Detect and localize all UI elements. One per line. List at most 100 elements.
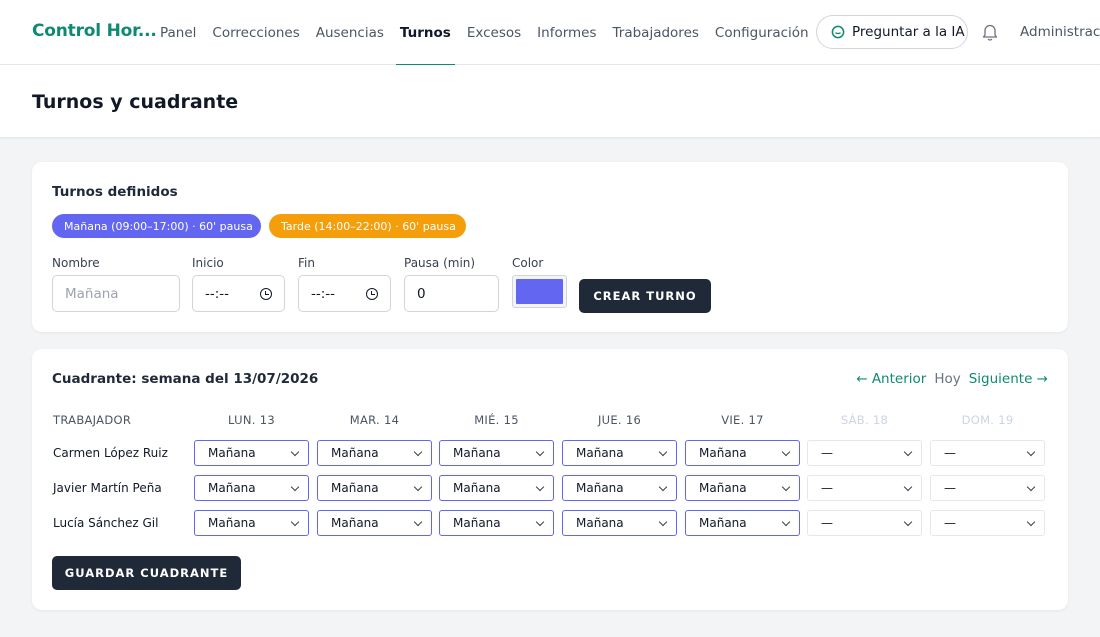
nav-item-trabajadores[interactable]: Trabajadores bbox=[613, 0, 699, 65]
shift-select-value: Mañana bbox=[576, 481, 624, 495]
name-label: Nombre bbox=[52, 256, 100, 270]
user-menu[interactable]: Administraci bbox=[1020, 24, 1100, 40]
nav-item-panel[interactable]: Panel bbox=[160, 0, 196, 65]
column-header-day: JUE. 16 bbox=[597, 413, 642, 427]
shift-select-value: — bbox=[944, 481, 956, 495]
worker-name: Carmen López Ruiz bbox=[53, 446, 168, 460]
next-week-link[interactable]: Siguiente → bbox=[969, 371, 1048, 387]
shift-select-value: — bbox=[944, 516, 956, 530]
shift-select[interactable]: — bbox=[930, 510, 1045, 536]
shift-select[interactable]: Mañana bbox=[317, 510, 432, 536]
break-input[interactable]: 0 bbox=[404, 275, 499, 312]
page-header: Turnos y cuadrante bbox=[0, 65, 1100, 138]
shift-select[interactable]: — bbox=[807, 475, 922, 501]
nav-item-correcciones[interactable]: Correcciones bbox=[212, 0, 299, 65]
nav-item-ausencias[interactable]: Ausencias bbox=[316, 0, 384, 65]
chevron-down-icon bbox=[658, 447, 668, 456]
chevron-down-icon bbox=[903, 517, 913, 526]
chevron-down-icon bbox=[658, 482, 668, 491]
page-title: Turnos y cuadrante bbox=[32, 91, 239, 113]
shift-select-value: — bbox=[821, 446, 833, 460]
clock-icon[interactable] bbox=[366, 287, 378, 300]
color-swatch bbox=[516, 279, 563, 304]
save-schedule-button[interactable]: GUARDAR CUADRANTE bbox=[52, 556, 241, 590]
column-header-worker: TRABAJADOR bbox=[53, 413, 132, 427]
shift-select-value: — bbox=[821, 516, 833, 530]
shift-select-value: — bbox=[821, 481, 833, 495]
chevron-down-icon bbox=[903, 447, 913, 456]
shift-select-value: Mañana bbox=[699, 516, 747, 530]
shift-select[interactable]: Mañana bbox=[439, 440, 554, 466]
shift-select[interactable]: Mañana bbox=[317, 440, 432, 466]
shift-select-value: Mañana bbox=[331, 481, 379, 495]
chevron-down-icon bbox=[290, 482, 300, 491]
chevron-down-icon bbox=[903, 482, 913, 491]
chevron-down-icon bbox=[1026, 482, 1036, 491]
worker-name: Lucía Sánchez Gil bbox=[53, 516, 159, 530]
chevron-down-icon bbox=[290, 517, 300, 526]
shift-select[interactable]: — bbox=[930, 475, 1045, 501]
shift-select-value: Mañana bbox=[576, 516, 624, 530]
shift-select[interactable]: Mañana bbox=[685, 440, 800, 466]
shift-select[interactable]: Mañana bbox=[194, 510, 309, 536]
shift-select[interactable]: Mañana bbox=[685, 475, 800, 501]
shift-chip-manana: Mañana (09:00–17:00) · 60' pausa bbox=[52, 214, 261, 238]
app-brand[interactable]: Control Hor... bbox=[32, 21, 157, 41]
schedule-title: Cuadrante: semana del 13/07/2026 bbox=[52, 371, 319, 387]
shift-select[interactable]: Mañana bbox=[439, 510, 554, 536]
shift-select[interactable]: Mañana bbox=[439, 475, 554, 501]
ask-ai-label: Preguntar a la IA bbox=[852, 24, 965, 40]
nav-item-configuracion[interactable]: Configuración bbox=[715, 0, 825, 65]
nav-item-excesos[interactable]: Excesos bbox=[467, 0, 521, 65]
today-link[interactable]: Hoy bbox=[934, 371, 960, 387]
clock-icon[interactable] bbox=[260, 287, 272, 300]
shift-select-value: Mañana bbox=[453, 481, 501, 495]
worker-name: Javier Martín Peña bbox=[53, 481, 162, 495]
shift-chip-tarde: Tarde (14:00–22:00) · 60' pausa bbox=[269, 214, 466, 238]
shift-select[interactable]: — bbox=[930, 440, 1045, 466]
chevron-down-icon bbox=[1026, 447, 1036, 456]
defined-shifts-card: Turnos definidos Mañana (09:00–17:00) · … bbox=[32, 162, 1068, 332]
chevron-down-icon bbox=[413, 517, 423, 526]
shift-select[interactable]: — bbox=[807, 440, 922, 466]
end-time-input[interactable]: --:-- bbox=[298, 275, 391, 312]
column-header-day: DOM. 19 bbox=[961, 413, 1014, 427]
shift-select[interactable]: Mañana bbox=[317, 475, 432, 501]
shift-select-value: Mañana bbox=[453, 446, 501, 460]
bell-icon[interactable] bbox=[981, 22, 999, 42]
chevron-down-icon bbox=[535, 517, 545, 526]
shift-select[interactable]: Mañana bbox=[685, 510, 800, 536]
shift-select[interactable]: Mañana bbox=[562, 510, 677, 536]
week-navigation: ← Anterior Hoy Siguiente → bbox=[856, 371, 1048, 387]
previous-week-link[interactable]: ← Anterior bbox=[856, 371, 926, 387]
nav-item-turnos[interactable]: Turnos bbox=[395, 0, 455, 66]
shift-select[interactable]: Mañana bbox=[194, 440, 309, 466]
chevron-down-icon bbox=[413, 482, 423, 491]
chevron-down-icon bbox=[535, 482, 545, 491]
main-nav: Panel Correcciones Ausencias Turnos Exce… bbox=[160, 0, 825, 66]
column-header-day: SÁB. 18 bbox=[840, 413, 889, 427]
column-header-day: MIÉ. 15 bbox=[474, 413, 519, 427]
shift-select-value: Mañana bbox=[576, 446, 624, 460]
shift-select-value: Mañana bbox=[699, 446, 747, 460]
create-shift-button[interactable]: CREAR TURNO bbox=[579, 279, 711, 313]
color-picker[interactable] bbox=[512, 275, 567, 308]
nav-item-informes[interactable]: Informes bbox=[537, 0, 596, 65]
chevron-down-icon bbox=[781, 517, 791, 526]
shift-select[interactable]: Mañana bbox=[562, 440, 677, 466]
chat-bubble-icon bbox=[831, 25, 845, 39]
name-input[interactable]: Mañana bbox=[52, 275, 180, 312]
shift-select[interactable]: — bbox=[807, 510, 922, 536]
start-time-input[interactable]: --:-- bbox=[192, 275, 285, 312]
chevron-down-icon bbox=[535, 447, 545, 456]
shift-select-value: Mañana bbox=[453, 516, 501, 530]
ask-ai-button[interactable]: Preguntar a la IA bbox=[816, 15, 968, 49]
shift-select-value: Mañana bbox=[208, 516, 256, 530]
chevron-down-icon bbox=[413, 447, 423, 456]
schedule-card: Cuadrante: semana del 13/07/2026 ← Anter… bbox=[32, 349, 1068, 610]
shift-select-value: Mañana bbox=[208, 446, 256, 460]
shift-select[interactable]: Mañana bbox=[194, 475, 309, 501]
defined-shifts-title: Turnos definidos bbox=[52, 184, 178, 200]
start-time-value: --:-- bbox=[205, 285, 230, 302]
shift-select[interactable]: Mañana bbox=[562, 475, 677, 501]
